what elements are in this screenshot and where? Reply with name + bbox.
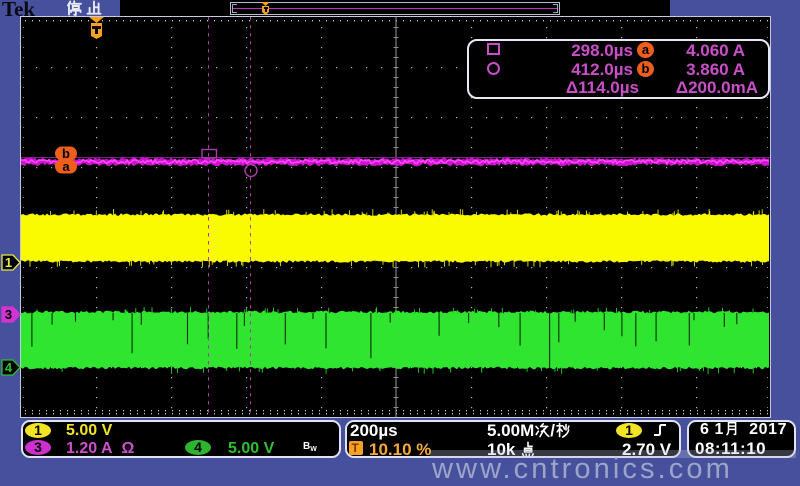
svg-text:3: 3 <box>5 307 12 322</box>
svg-text:a: a <box>62 159 70 174</box>
svg-text:1: 1 <box>5 255 12 270</box>
svg-text:4: 4 <box>5 360 13 375</box>
